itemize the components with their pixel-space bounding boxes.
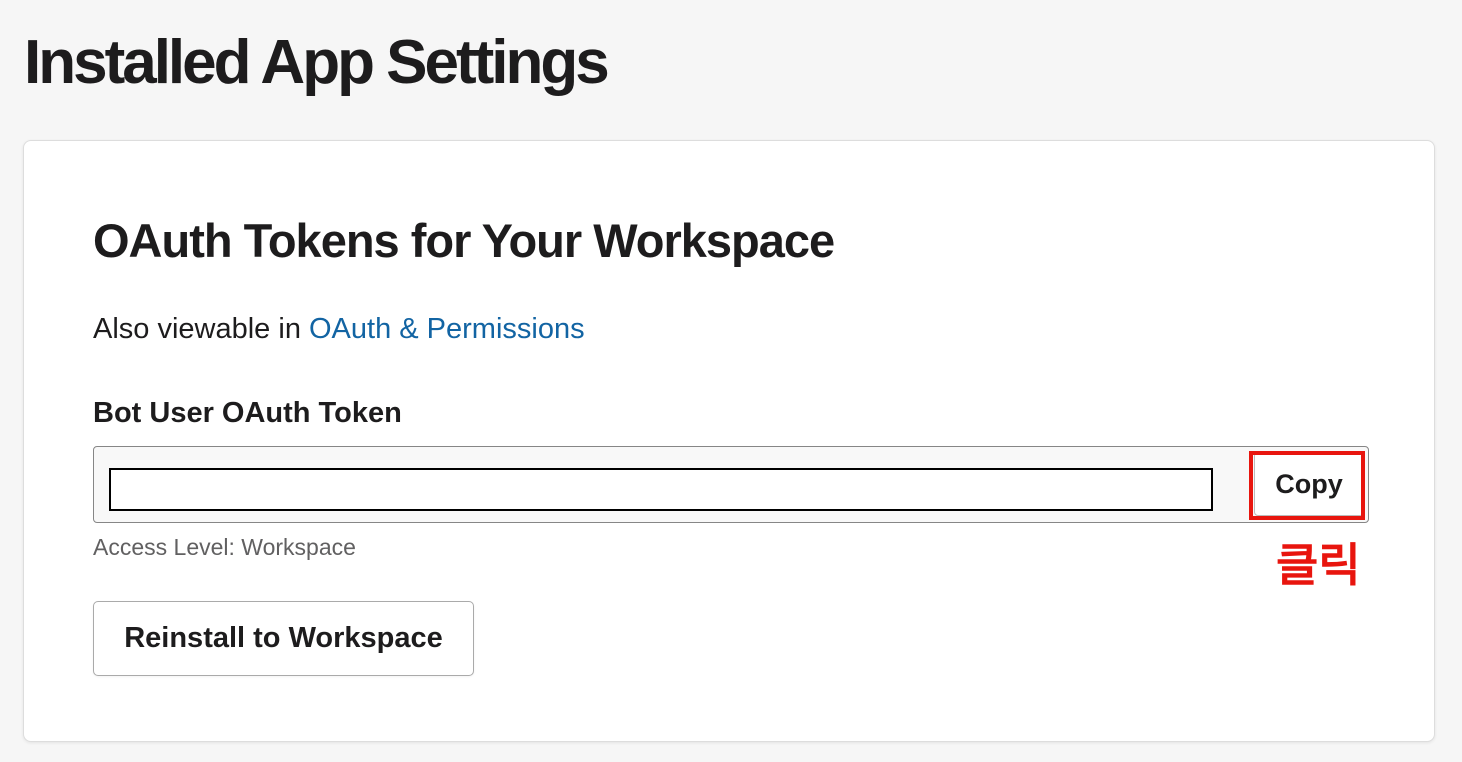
section-title: OAuth Tokens for Your Workspace xyxy=(93,214,835,267)
page-title: Installed App Settings xyxy=(24,28,610,97)
reinstall-button[interactable]: Reinstall to Workspace xyxy=(93,601,474,676)
bot-token-input[interactable] xyxy=(109,468,1213,511)
also-viewable-prefix: Also viewable in xyxy=(93,313,309,345)
access-level-text: Access Level: Workspace xyxy=(93,534,356,560)
token-field-container: Copy xyxy=(93,446,1369,523)
also-viewable-text: Also viewable in OAuth & Permissions xyxy=(93,310,585,348)
copy-button[interactable]: Copy xyxy=(1254,452,1364,516)
click-annotation: 클릭 xyxy=(1276,538,1361,592)
bot-token-label: Bot User OAuth Token xyxy=(93,397,402,429)
oauth-tokens-card: OAuth Tokens for Your Workspace Also vie… xyxy=(23,140,1435,742)
oauth-permissions-link[interactable]: OAuth & Permissions xyxy=(309,313,585,345)
